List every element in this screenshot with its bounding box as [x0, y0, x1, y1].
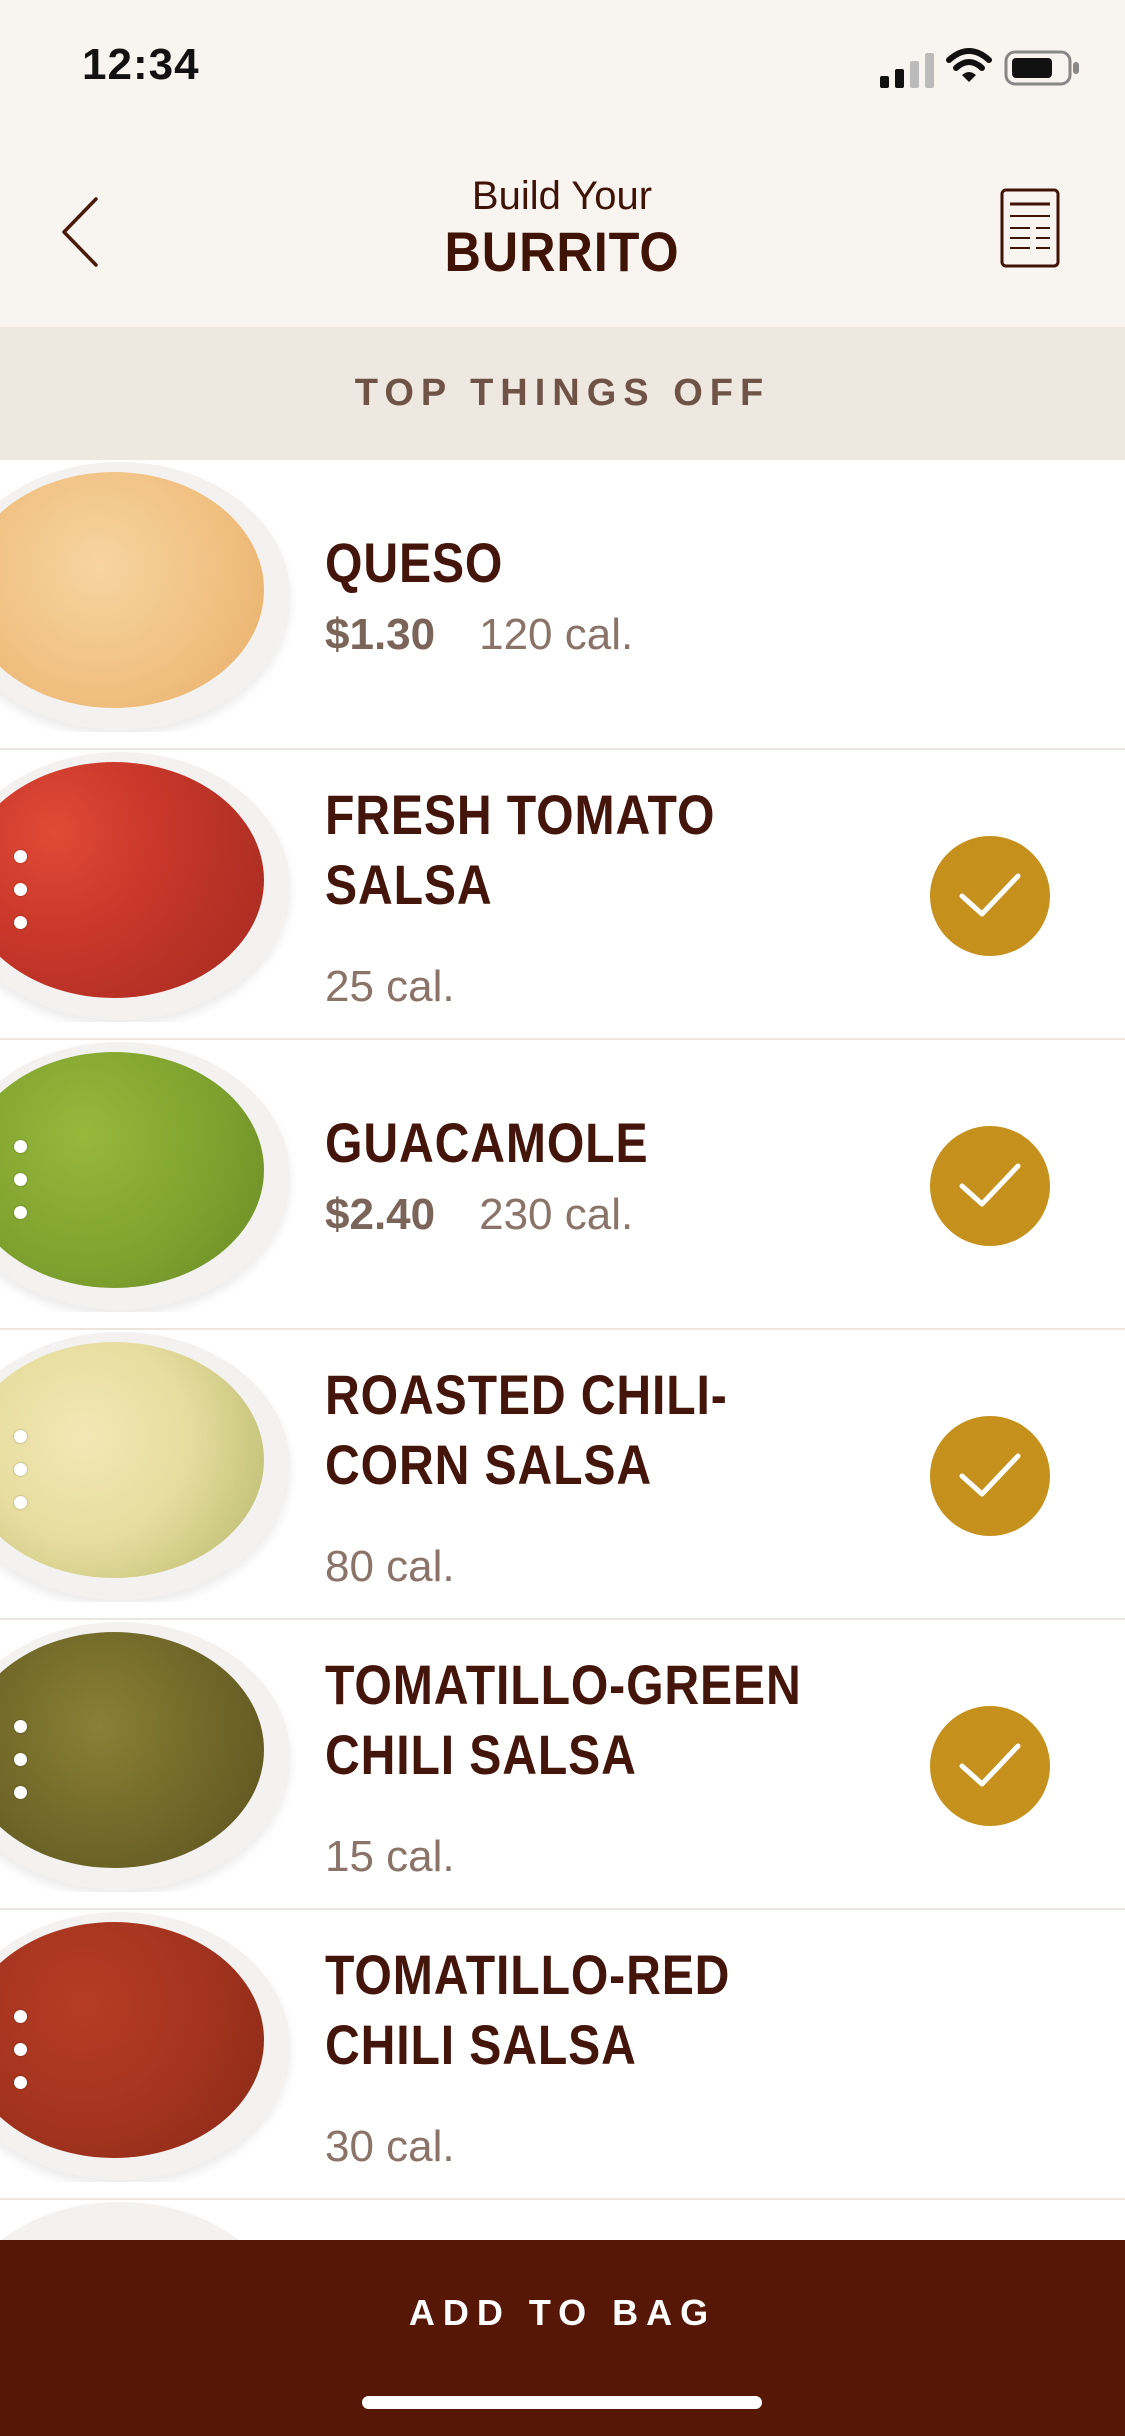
item-image: [0, 462, 296, 732]
item-name: QUESO: [325, 531, 504, 594]
item-price: $1.30: [325, 610, 436, 659]
status-bar: 12:34: [0, 0, 1125, 132]
page-title-small: Build Your: [471, 174, 653, 218]
selected-check-button[interactable]: [930, 1416, 1050, 1536]
list-item-queso[interactable]: QUESO $1.30 120 cal.: [0, 460, 1125, 750]
item-name: TOMATILLO-GREEN CHILI SALSA: [325, 1653, 802, 1786]
list-item-partial[interactable]: [0, 2200, 1125, 2240]
item-calories: 120 cal.: [479, 610, 634, 659]
add-to-bag-button[interactable]: ADD TO BAG: [0, 2292, 1125, 2334]
nav-header: Build Your BURRITO: [0, 132, 1125, 327]
list-item-tomatillo-green-chili-salsa[interactable]: TOMATILLO-GREEN CHILI SALSA 15 cal.: [0, 1620, 1125, 1910]
list-item-guacamole[interactable]: GUACAMOLE $2.40 230 cal.: [0, 1040, 1125, 1330]
item-meta: 80 cal.: [325, 1542, 455, 1592]
add-to-bag-bar[interactable]: ADD TO BAG: [0, 2240, 1125, 2436]
checkmark-icon: [959, 1743, 1021, 1787]
receipt-icon[interactable]: [998, 186, 1062, 270]
page-title: Build Your BURRITO: [262, 172, 862, 284]
image-pager-dots: [14, 1720, 28, 1819]
item-meta: 30 cal.: [325, 2122, 455, 2172]
item-calories: 230 cal.: [479, 1190, 634, 1239]
selected-check-button[interactable]: [930, 836, 1050, 956]
checkmark-icon: [959, 1453, 1021, 1497]
item-image: [0, 1912, 296, 2182]
item-meta: $2.40 230 cal.: [325, 1190, 633, 1240]
image-pager-dots: [14, 1140, 28, 1239]
item-image: [0, 752, 296, 1022]
checkmark-icon: [959, 1163, 1021, 1207]
home-indicator: [362, 2396, 762, 2409]
image-pager-dots: [14, 850, 28, 949]
page-title-big: BURRITO: [444, 220, 680, 283]
item-image: [0, 1332, 296, 1602]
list-item-fresh-tomato-salsa[interactable]: FRESH TOMATO SALSA 25 cal.: [0, 750, 1125, 1040]
status-time: 12:34: [82, 40, 200, 89]
item-price: $2.40: [325, 1190, 436, 1239]
image-pager-dots: [14, 2010, 28, 2109]
checkmark-icon: [959, 873, 1021, 917]
item-calories: 30 cal.: [325, 2122, 455, 2171]
item-name: FRESH TOMATO SALSA: [325, 783, 716, 916]
item-name: TOMATILLO-RED CHILI SALSA: [325, 1943, 731, 2076]
wifi-icon: [946, 48, 992, 82]
list-item-roasted-chili-corn-salsa[interactable]: ROASTED CHILI- CORN SALSA 80 cal.: [0, 1330, 1125, 1620]
item-calories: 25 cal.: [325, 962, 455, 1011]
item-image: [0, 1042, 296, 1312]
image-pager-dots: [14, 1430, 28, 1529]
chevron-left-icon: [62, 197, 98, 267]
selected-check-button[interactable]: [930, 1126, 1050, 1246]
battery-icon: [1004, 50, 1079, 86]
item-meta: 15 cal.: [325, 1832, 455, 1882]
item-calories: 80 cal.: [325, 1542, 455, 1591]
item-meta: 25 cal.: [325, 962, 455, 1012]
item-name: ROASTED CHILI- CORN SALSA: [325, 1363, 728, 1496]
item-image: [0, 2202, 296, 2240]
cellular-signal-icon: [880, 53, 934, 88]
item-name: GUACAMOLE: [325, 1111, 649, 1174]
back-button[interactable]: [40, 182, 120, 282]
section-title: TOP THINGS OFF: [354, 372, 771, 414]
item-calories: 15 cal.: [325, 1832, 455, 1881]
item-meta: $1.30 120 cal.: [325, 610, 633, 660]
section-header: TOP THINGS OFF: [0, 327, 1125, 460]
selected-check-button[interactable]: [930, 1706, 1050, 1826]
item-image: [0, 1622, 296, 1892]
list-item-tomatillo-red-chili-salsa[interactable]: TOMATILLO-RED CHILI SALSA 30 cal.: [0, 1910, 1125, 2200]
item-list[interactable]: QUESO $1.30 120 cal. FRESH TOMATO SALSA 25…: [0, 460, 1125, 2240]
top-area: 12:34 Build Your BURRITO: [0, 0, 1125, 327]
